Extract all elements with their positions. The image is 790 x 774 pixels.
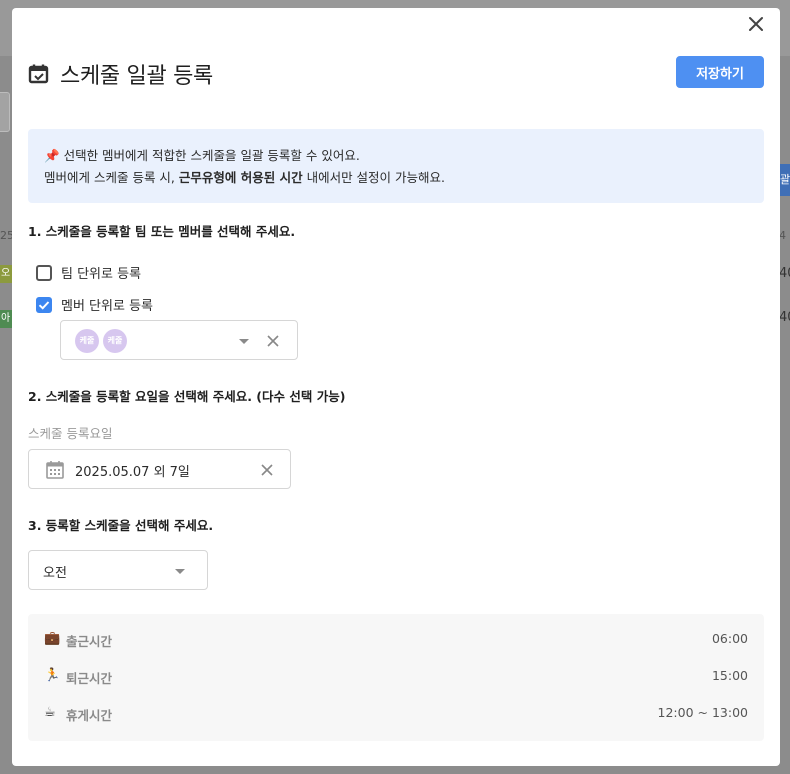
coffee-icon: ☕ — [44, 705, 56, 720]
notice-banner: 📌 선택한 멤버에게 적합한 스케줄을 일괄 등록할 수 있어요. 멤버에게 스… — [28, 129, 764, 203]
running-icon: 🏃 — [44, 668, 61, 683]
background-input — [0, 92, 10, 132]
clear-icon[interactable] — [266, 334, 280, 348]
clock-out-value: 15:00 — [711, 668, 748, 683]
member-register-checkbox[interactable] — [36, 296, 52, 313]
dropdown-arrow-icon — [175, 569, 185, 574]
member-avatar: 케줄 — [103, 329, 127, 353]
weekday-field-label: 스케줄 등록요일 — [28, 426, 113, 441]
clock-out-row: 🏃 퇴근시간 15:00 — [44, 667, 748, 687]
close-button[interactable] — [746, 14, 766, 34]
modal-header: 스케줄 일괄 등록 — [28, 58, 213, 90]
step2-title: 2. 스케줄을 등록할 요일을 선택해 주세요. (다수 선택 가능) — [28, 389, 346, 404]
break-time-label: 휴게시간 — [66, 708, 113, 723]
briefcase-icon: 💼 — [44, 631, 61, 646]
clock-in-label: 출근시간 — [66, 634, 113, 649]
notice-line-1: 📌 선택한 멤버에게 적합한 스케줄을 일괄 등록할 수 있어요. — [44, 145, 748, 167]
checkmark-icon — [38, 300, 50, 310]
clock-out-label: 퇴근시간 — [66, 671, 113, 686]
background-tag: 오 — [0, 265, 12, 283]
notice-text-2-pre: 멤버에게 스케줄 등록 시, — [44, 170, 179, 185]
background-text: 40 — [779, 266, 790, 281]
notice-text-2-post: 내에서만 설정이 가능해요. — [302, 170, 445, 185]
break-time-value: 12:00 ~ 13:00 — [657, 705, 748, 720]
clock-in-row: 💼 출근시간 06:00 — [44, 630, 748, 650]
notice-text-2-bold: 근무유형에 허용된 시간 — [178, 170, 303, 185]
member-register-label: 멤버 단위로 등록 — [61, 299, 153, 314]
clear-icon[interactable] — [260, 463, 274, 477]
pin-icon: 📌 — [44, 148, 60, 163]
schedule-info-box: 💼 출근시간 06:00 🏃 퇴근시간 15:00 ☕ 휴게시간 12:00 ~… — [28, 614, 764, 741]
member-register-option[interactable]: 멤버 단위로 등록 — [36, 295, 153, 314]
team-register-checkbox[interactable] — [36, 264, 52, 281]
modal-title: 스케줄 일괄 등록 — [60, 64, 213, 89]
team-register-label: 팀 단위로 등록 — [61, 267, 142, 282]
schedule-select[interactable]: 오전 — [28, 550, 208, 590]
schedule-select-value: 오전 — [43, 566, 67, 581]
close-icon — [749, 17, 763, 31]
break-time-row: ☕ 휴게시간 12:00 ~ 13:00 — [44, 704, 748, 724]
member-avatar: 케줄 — [75, 329, 99, 353]
schedule-bulk-register-modal: 스케줄 일괄 등록 저장하기 📌 선택한 멤버에게 적합한 스케줄을 일괄 등록… — [12, 8, 780, 766]
calendar-check-icon — [28, 64, 49, 84]
background-tag: 아 — [0, 310, 12, 328]
background-text: 40 — [779, 310, 790, 325]
notice-line-2: 멤버에게 스케줄 등록 시, 근무유형에 허용된 시간 내에서만 설정이 가능해… — [44, 167, 748, 189]
dropdown-arrow-icon[interactable] — [239, 339, 249, 344]
step3-title: 3. 등록할 스케줄을 선택해 주세요. — [28, 518, 214, 533]
notice-text-1: 선택한 멤버에게 적합한 스케줄을 일괄 등록할 수 있어요. — [63, 148, 360, 163]
background-text: 4 — [779, 229, 786, 242]
date-value: 2025.05.07 외 7일 — [75, 465, 190, 480]
step1-title: 1. 스케줄을 등록할 팀 또는 멤버를 선택해 주세요. — [28, 224, 296, 239]
date-picker-input[interactable]: 2025.05.07 외 7일 — [28, 449, 291, 489]
calendar-icon — [46, 461, 64, 479]
member-select[interactable]: 케줄 케줄 — [60, 320, 298, 360]
team-register-option[interactable]: 팀 단위로 등록 — [36, 263, 141, 282]
save-button[interactable]: 저장하기 — [676, 56, 764, 88]
clock-in-value: 06:00 — [711, 631, 748, 646]
